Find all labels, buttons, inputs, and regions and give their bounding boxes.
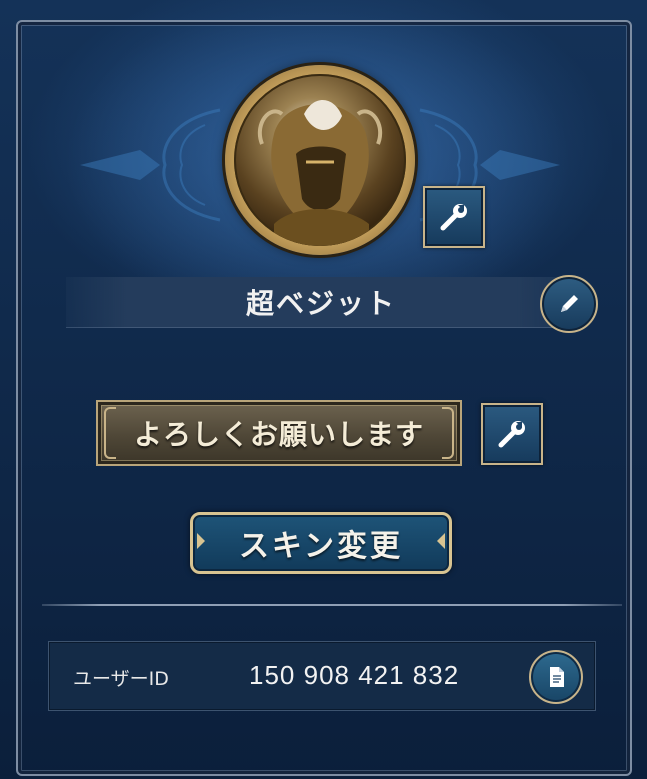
button-notch-right <box>437 533 445 549</box>
avatar-frame[interactable] <box>225 65 415 255</box>
plate-ornament-right <box>442 407 454 459</box>
name-edit-button[interactable] <box>540 275 598 333</box>
user-id-row: ユーザーID 150 908 421 832 <box>48 641 596 711</box>
greeting-text: よろしくお願いします <box>133 418 424 451</box>
player-name-bar: 超ベジット <box>66 277 576 328</box>
ornament-left <box>80 108 221 222</box>
greeting-edit-button[interactable] <box>481 403 543 465</box>
player-name: 超ベジット <box>245 287 396 320</box>
avatar-image <box>234 74 406 246</box>
user-id-value: 150 908 421 832 <box>249 660 460 690</box>
button-notch-left <box>197 533 205 549</box>
change-skin-button[interactable]: スキン変更 <box>190 512 452 574</box>
plate-ornament-left <box>104 407 116 459</box>
divider <box>42 604 622 606</box>
avatar-edit-button[interactable] <box>423 186 485 248</box>
greeting-message: よろしくお願いします <box>96 400 462 466</box>
copy-id-button[interactable] <box>529 650 583 704</box>
change-skin-label: スキン変更 <box>238 529 404 564</box>
pencil-icon <box>561 295 578 312</box>
document-copy-icon <box>550 667 564 687</box>
wrench-icon <box>440 204 467 231</box>
user-id-label: ユーザーID <box>73 668 169 690</box>
wrench-icon <box>498 421 525 448</box>
